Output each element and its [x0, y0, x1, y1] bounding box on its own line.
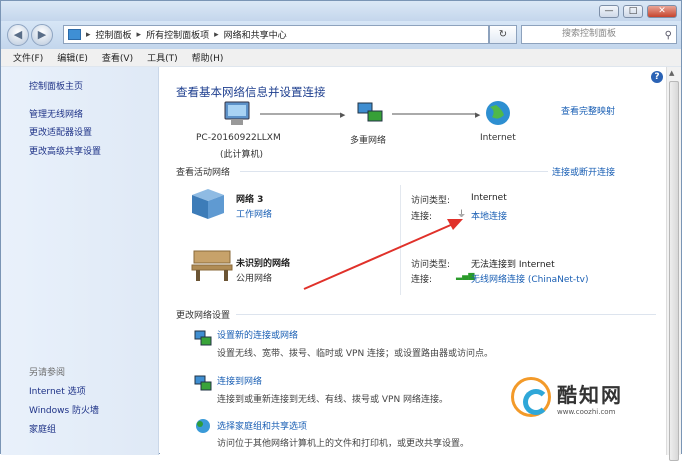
watermark-url: www.coozhi.com [557, 407, 616, 416]
watermark-logo-icon [511, 377, 551, 417]
window: — □ ✕ ◀ ▶ ▸ 控制面板 ▸ 所有控制面板项 ▸ 网络和共享中心 ↻ 搜… [0, 0, 682, 461]
watermark-title: 酷知网 [557, 382, 623, 407]
watermark: 酷知网 www.coozhi.com [511, 375, 651, 419]
